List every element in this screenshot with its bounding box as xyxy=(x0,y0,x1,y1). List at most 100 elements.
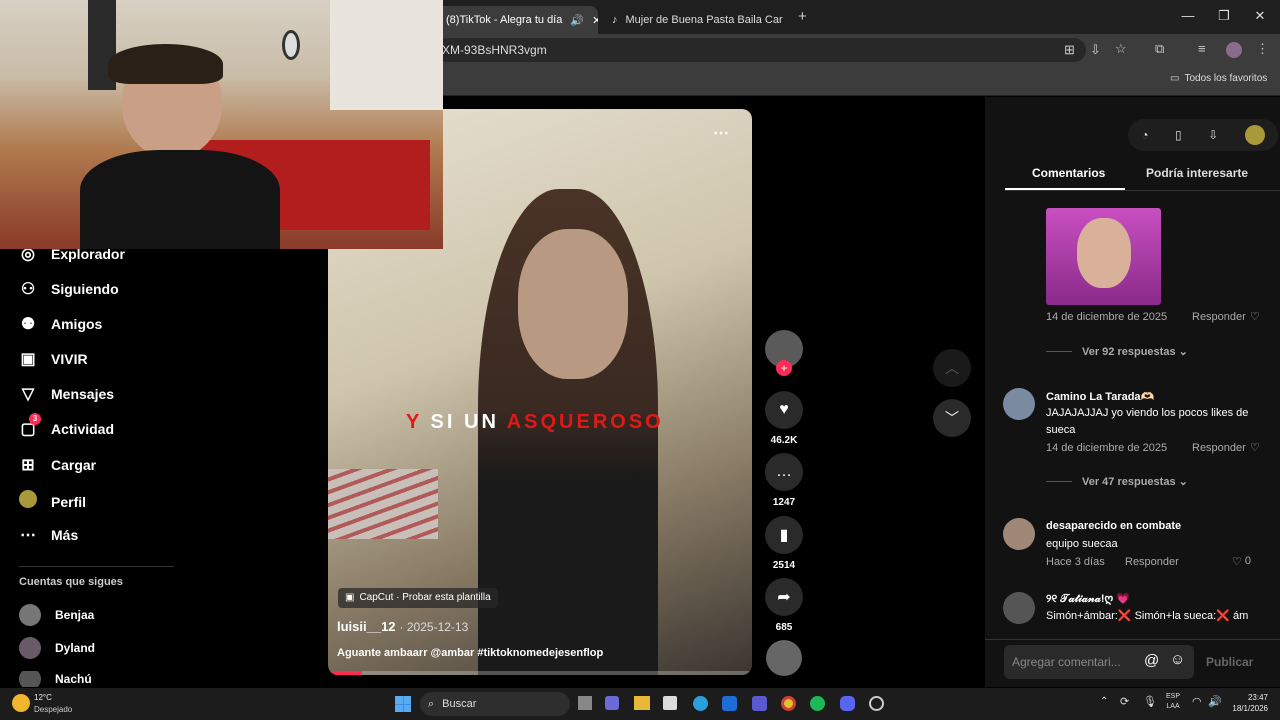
chrome-icon[interactable] xyxy=(781,696,796,711)
chevron-up-icon[interactable]: ⌃ xyxy=(1100,696,1108,707)
close-tab-icon[interactable]: ✕ xyxy=(592,14,598,27)
avatar[interactable] xyxy=(1244,125,1265,145)
reply-button[interactable]: Responder xyxy=(1125,556,1179,568)
view-replies-button[interactable]: Ver 92 respuestas ⌄ xyxy=(1082,345,1188,358)
mail-icon[interactable] xyxy=(722,696,737,711)
new-tab-icon[interactable]: + xyxy=(798,8,807,25)
sidebar-item-profile[interactable]: Perfil xyxy=(19,490,86,513)
reply-button[interactable]: Responder xyxy=(1192,311,1246,323)
view-replies-label: Ver 47 respuestas xyxy=(1082,476,1176,488)
comment-input[interactable]: Agregar comentari... @ ☺ xyxy=(1004,645,1194,679)
language-code: ESP xyxy=(1166,693,1181,700)
sidebar-item-upload[interactable]: ⊞ Cargar xyxy=(19,455,96,475)
avatar xyxy=(19,671,41,687)
menu-dots-icon[interactable]: ⋮ xyxy=(1256,41,1269,57)
avatar[interactable] xyxy=(1003,518,1035,550)
speed-icon[interactable]: ◔ xyxy=(1141,128,1148,142)
like-button[interactable]: ♥ 46.2K xyxy=(764,391,804,446)
sidebar-item-more[interactable]: ⋯ Más xyxy=(19,525,78,545)
download-icon[interactable]: ⇩ xyxy=(1208,128,1218,142)
sidebar-item-following[interactable]: ⚇ Siguiendo xyxy=(19,279,119,299)
all-bookmarks[interactable]: ▭ Todos los favoritos xyxy=(1170,73,1267,84)
app-icon[interactable] xyxy=(869,696,884,711)
following-account[interactable]: Nachú xyxy=(19,671,92,687)
following-account[interactable]: Benjaa xyxy=(19,604,94,626)
profile-avatar xyxy=(19,490,37,513)
comment-username[interactable]: desaparecido en combate xyxy=(1046,520,1181,532)
file-explorer-icon[interactable] xyxy=(634,696,650,710)
teams-icon[interactable] xyxy=(752,696,767,711)
tiktok-icon: ♪ xyxy=(612,14,618,26)
volume-icon[interactable]: 🔊 xyxy=(1208,695,1222,708)
close-tab-icon[interactable]: ✕ xyxy=(791,14,792,27)
taskbar-search[interactable]: ⌕ Buscar xyxy=(420,692,570,716)
tab-recommendations[interactable]: Podría interesarte xyxy=(1146,166,1248,180)
comment-image[interactable] xyxy=(1046,208,1161,305)
sidebar-item-messages[interactable]: ▽ Mensajes xyxy=(19,384,114,404)
follow-plus-icon[interactable]: + xyxy=(776,360,792,376)
url-field[interactable]: XM-93BsHNR3vgm xyxy=(436,38,1086,62)
translate-icon[interactable]: ⊞ xyxy=(1064,42,1075,58)
speaker-icon[interactable]: 🔊 xyxy=(570,14,584,27)
weather-icon xyxy=(12,694,30,712)
avatar[interactable] xyxy=(1003,388,1035,420)
language-indicator[interactable]: ESP LAA xyxy=(1166,692,1180,712)
wifi-icon[interactable]: ◠ xyxy=(1192,695,1202,708)
following-account[interactable]: Dyland xyxy=(19,637,95,659)
comment-date: Hace 3 días xyxy=(1046,556,1105,568)
comment-button[interactable]: … 1247 xyxy=(764,453,804,508)
sidebar-item-live[interactable]: ▣ VIVIR xyxy=(19,349,87,369)
windows-start-icon[interactable] xyxy=(395,696,411,712)
extensions-icon[interactable]: ⧉ xyxy=(1155,41,1164,57)
comment-username[interactable]: Camino La Tarada🫶🏻 xyxy=(1046,390,1154,403)
emoji-icon[interactable]: ☺ xyxy=(1170,651,1185,668)
heart-outline-icon[interactable]: ♡ xyxy=(1250,441,1260,454)
star-icon[interactable]: ☆ xyxy=(1115,41,1127,57)
edge-icon[interactable] xyxy=(693,696,708,711)
tab-second[interactable]: ♪ Mujer de Buena Pasta Baila Car ✕ xyxy=(602,6,792,34)
close-window-icon[interactable]: ✕ xyxy=(1250,8,1270,24)
sync-icon[interactable]: ⟳ xyxy=(1120,695,1129,708)
sidebar-item-activity[interactable]: ▢ 3 Actividad xyxy=(19,413,114,439)
media-icon[interactable]: ≡ xyxy=(1198,41,1206,56)
phone-icon[interactable]: ▯ xyxy=(1175,128,1182,142)
video-username[interactable]: luisii__12 xyxy=(337,619,396,634)
like-comment-button[interactable]: ♡ 0 xyxy=(1232,555,1251,568)
publish-button[interactable]: Publicar xyxy=(1206,655,1253,669)
sidebar-item-label: Siguiendo xyxy=(51,281,119,297)
install-icon[interactable]: ⇩ xyxy=(1090,42,1101,58)
comment-username[interactable]: ୨୧ 𝒯𝒶𝓉𝒾𝒶𝓃𝒶!ღ 💗 xyxy=(1046,592,1130,606)
restore-icon[interactable]: ❐ xyxy=(1214,8,1234,24)
sidebar-item-friends[interactable]: ⚉ Amigos xyxy=(19,314,103,334)
creator-avatar[interactable]: + xyxy=(764,330,804,376)
user-follow-icon: ⚇ xyxy=(20,281,36,298)
tab-comments[interactable]: Comentarios xyxy=(1032,166,1105,180)
copilot-icon[interactable] xyxy=(605,696,619,710)
progress-track[interactable] xyxy=(328,671,752,675)
minimize-icon[interactable]: — xyxy=(1178,8,1198,23)
microphone-icon[interactable]: 🎙 xyxy=(1143,695,1157,708)
store-icon[interactable] xyxy=(663,696,677,710)
capcut-template-button[interactable]: ▣ CapCut · Probar esta plantilla xyxy=(338,588,498,608)
upload-icon: ⊞ xyxy=(21,457,35,474)
spotify-icon[interactable] xyxy=(810,696,825,711)
mention-icon[interactable]: @ xyxy=(1144,652,1159,669)
task-view-icon[interactable] xyxy=(578,696,592,710)
heart-outline-icon[interactable]: ♡ xyxy=(1250,310,1260,323)
music-disc[interactable] xyxy=(764,640,804,676)
tab-tiktok[interactable]: (8)TikTok - Alegra tu día 🔊 ✕ xyxy=(436,6,598,34)
save-button[interactable]: ▮ 2514 xyxy=(764,516,804,571)
more-options-icon[interactable]: ⋯ xyxy=(713,123,729,143)
profile-avatar[interactable] xyxy=(1226,42,1242,58)
discord-icon[interactable] xyxy=(840,696,855,711)
taskbar-search-label: Buscar xyxy=(442,698,477,710)
view-replies-button[interactable]: Ver 47 respuestas ⌄ xyxy=(1082,475,1188,488)
next-video-button[interactable]: ﹀ xyxy=(933,399,971,437)
clock[interactable]: 23:47 18/1/2026 xyxy=(1228,692,1268,714)
share-button[interactable]: ➦ 685 xyxy=(764,578,804,633)
reply-button[interactable]: Responder xyxy=(1192,442,1246,454)
previous-video-button[interactable]: ︿ xyxy=(933,349,971,387)
comment-text: equipo suecaa xyxy=(1046,538,1118,550)
view-replies-label: Ver 92 respuestas xyxy=(1082,346,1176,358)
avatar[interactable] xyxy=(1003,592,1035,624)
